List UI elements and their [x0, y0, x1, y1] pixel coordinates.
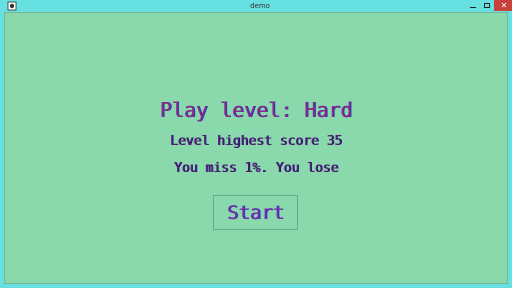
close-button[interactable]: ✕ [494, 0, 512, 11]
start-button-label: Start [226, 201, 285, 224]
start-button[interactable]: Start [213, 195, 298, 230]
close-icon: ✕ [500, 1, 508, 10]
minimize-button[interactable] [466, 0, 480, 11]
window-title: demo [250, 2, 270, 10]
level-heading: Play level: Hard [159, 98, 353, 122]
title-bar[interactable]: demo ✕ [4, 0, 512, 12]
maximize-button[interactable] [480, 0, 494, 11]
result-text: You miss 1%. You lose [173, 161, 339, 176]
highest-score-text: Level highest score 35 [169, 134, 343, 149]
maximize-icon [484, 3, 490, 8]
minimize-icon [470, 7, 476, 8]
